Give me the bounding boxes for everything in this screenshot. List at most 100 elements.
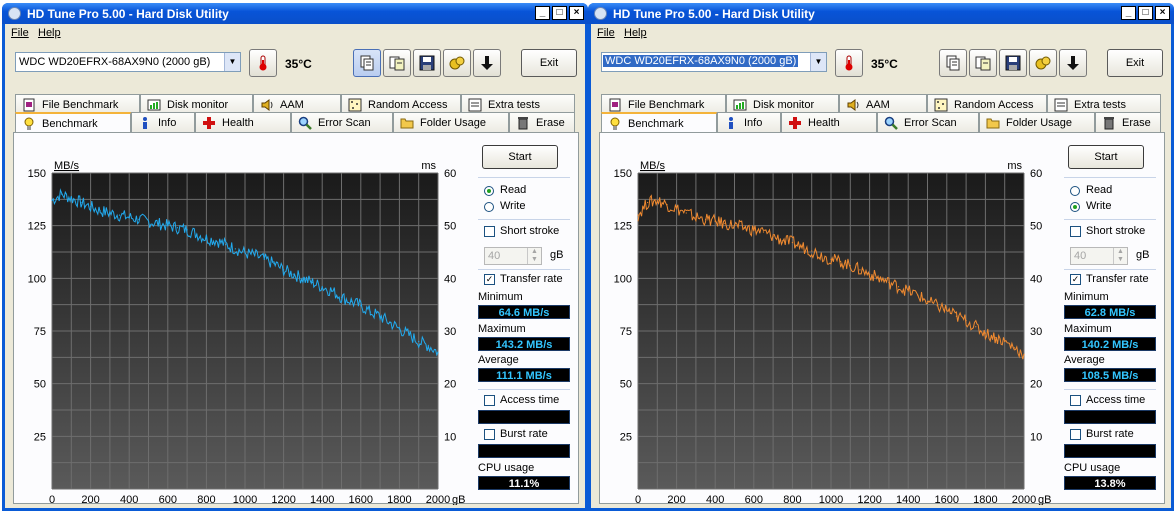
read-radio[interactable] <box>484 186 494 196</box>
exit-button[interactable]: Exit <box>1107 49 1163 77</box>
data-point <box>704 218 707 220</box>
menu-help[interactable]: Help <box>624 27 647 39</box>
exit-button[interactable]: Exit <box>521 49 577 77</box>
short-stroke-label: Short stroke <box>500 225 560 237</box>
tab-erase[interactable]: Erase <box>1095 112 1161 132</box>
download-button[interactable] <box>1059 49 1087 77</box>
temperature-button[interactable] <box>835 49 863 77</box>
tab-health[interactable]: Health <box>781 112 877 132</box>
access-time-checkbox[interactable] <box>484 395 495 406</box>
save-button[interactable] <box>413 49 441 77</box>
save-button[interactable] <box>999 49 1027 77</box>
burst-rate-value <box>1064 444 1156 458</box>
tab-aam[interactable]: AAM <box>839 94 927 114</box>
short-stroke-checkbox[interactable] <box>484 226 495 237</box>
close-icon[interactable]: × <box>1155 6 1170 20</box>
tab-disk-monitor[interactable]: Disk monitor <box>726 94 839 114</box>
read-radio[interactable] <box>1070 186 1080 196</box>
access-time-checkbox[interactable] <box>1070 395 1081 406</box>
data-point <box>724 222 726 225</box>
maximize-icon[interactable]: □ <box>552 6 567 20</box>
drive-select[interactable]: WDC WD20EFRX-68AX9N0 (2000 gB) ▼ <box>15 52 241 72</box>
transfer-rate-checkbox[interactable]: ✓ <box>484 274 495 285</box>
info-icon <box>724 116 738 130</box>
tab-benchmark[interactable]: Benchmark <box>15 112 131 134</box>
data-point <box>205 237 207 239</box>
stepper-arrows-icon[interactable]: ▲ ▼ <box>1113 248 1127 264</box>
data-point <box>70 197 72 199</box>
tab-random-access[interactable]: Random Access <box>927 94 1047 114</box>
copy-screenshot-button[interactable] <box>969 49 997 77</box>
tab-benchmark[interactable]: Benchmark <box>601 112 717 134</box>
short-stroke-stepper[interactable]: 40 ▲ ▼ <box>1070 247 1128 265</box>
menu-file[interactable]: File <box>597 27 615 39</box>
data-point <box>907 290 909 292</box>
tab-error-scan[interactable]: Error Scan <box>877 112 979 132</box>
write-radio[interactable] <box>1070 202 1080 212</box>
short-stroke-checkbox[interactable] <box>1070 226 1081 237</box>
data-point <box>897 286 900 288</box>
minimize-icon[interactable]: _ <box>1121 6 1136 20</box>
tab-info[interactable]: Info <box>131 112 195 132</box>
minimum-value: 62.8 MB/s <box>1064 305 1156 319</box>
tab-extra-tests[interactable]: Extra tests <box>461 94 575 114</box>
minimize-icon[interactable]: _ <box>535 6 550 20</box>
copy-info-button[interactable] <box>353 49 381 77</box>
maximize-icon[interactable]: □ <box>1138 6 1153 20</box>
download-button[interactable] <box>473 49 501 77</box>
chevron-down-icon[interactable]: ▼ <box>810 53 826 71</box>
y-tick-label: 25 <box>34 431 46 443</box>
data-point <box>340 296 343 298</box>
data-point <box>695 216 697 218</box>
burst-rate-checkbox[interactable] <box>1070 429 1081 440</box>
tab-file-benchmark[interactable]: File Benchmark <box>601 94 726 114</box>
options-button[interactable] <box>1029 49 1057 77</box>
x-tick-label: 1000 <box>233 494 257 505</box>
menu-help[interactable]: Help <box>38 27 61 39</box>
close-icon[interactable]: × <box>569 6 584 20</box>
maximum-label: Maximum <box>1064 323 1112 335</box>
menu-bar: File Help <box>5 24 585 42</box>
tab-file-benchmark[interactable]: File Benchmark <box>15 94 140 114</box>
title-bar[interactable]: HD Tune Pro 5.00 - Hard Disk Utility _ □ × <box>588 3 1174 24</box>
disk-monitor-icon <box>733 98 747 112</box>
tab-info[interactable]: Info <box>717 112 781 132</box>
data-point <box>225 244 227 246</box>
drive-select[interactable]: WDC WD20EFRX-68AX9N0 (2000 gB) ▼ <box>601 52 827 72</box>
stepper-arrows-icon[interactable]: ▲ ▼ <box>527 248 541 264</box>
chevron-down-icon[interactable]: ▼ <box>224 53 240 71</box>
short-stroke-stepper[interactable]: 40 ▲ ▼ <box>484 247 542 265</box>
data-point <box>869 273 871 275</box>
benchmark-panel: 25 50 75 100 125 150 10 20 30 40 50 60 0 200 400 600 800… <box>599 132 1165 505</box>
burst-rate-checkbox[interactable] <box>484 429 495 440</box>
tab-aam[interactable]: AAM <box>253 94 341 114</box>
tab-health[interactable]: Health <box>195 112 291 132</box>
transfer-rate-checkbox[interactable]: ✓ <box>1070 274 1081 285</box>
x-tick-label: 0 <box>49 494 55 505</box>
data-point <box>772 235 774 237</box>
copy-info-button[interactable] <box>939 49 967 77</box>
tab-error-scan[interactable]: Error Scan <box>291 112 393 132</box>
tab-random-access[interactable]: Random Access <box>341 94 461 114</box>
tab-erase[interactable]: Erase <box>509 112 575 132</box>
health-icon <box>788 116 802 130</box>
menu-file[interactable]: File <box>11 27 29 39</box>
x-tick-label: 400 <box>706 494 724 505</box>
tab-extra-tests[interactable]: Extra tests <box>1047 94 1161 114</box>
data-point <box>157 222 159 225</box>
options-button[interactable] <box>443 49 471 77</box>
title-bar[interactable]: HD Tune Pro 5.00 - Hard Disk Utility _ □ × <box>2 3 588 24</box>
short-stroke-label: Short stroke <box>1086 225 1146 237</box>
data-point <box>215 239 217 242</box>
tab-folder-usage[interactable]: Folder Usage <box>393 112 509 132</box>
copy-screenshot-button[interactable] <box>383 49 411 77</box>
start-button[interactable]: Start <box>482 145 558 169</box>
data-point <box>321 286 323 288</box>
y2-tick-label: 40 <box>444 273 456 285</box>
start-button[interactable]: Start <box>1068 145 1144 169</box>
tab-disk-monitor[interactable]: Disk monitor <box>140 94 253 114</box>
tab-row-top: File Benchmark Disk monitor AAM Random Acce… <box>601 94 1161 114</box>
write-radio[interactable] <box>484 202 494 212</box>
tab-folder-usage[interactable]: Folder Usage <box>979 112 1095 132</box>
temperature-button[interactable] <box>249 49 277 77</box>
